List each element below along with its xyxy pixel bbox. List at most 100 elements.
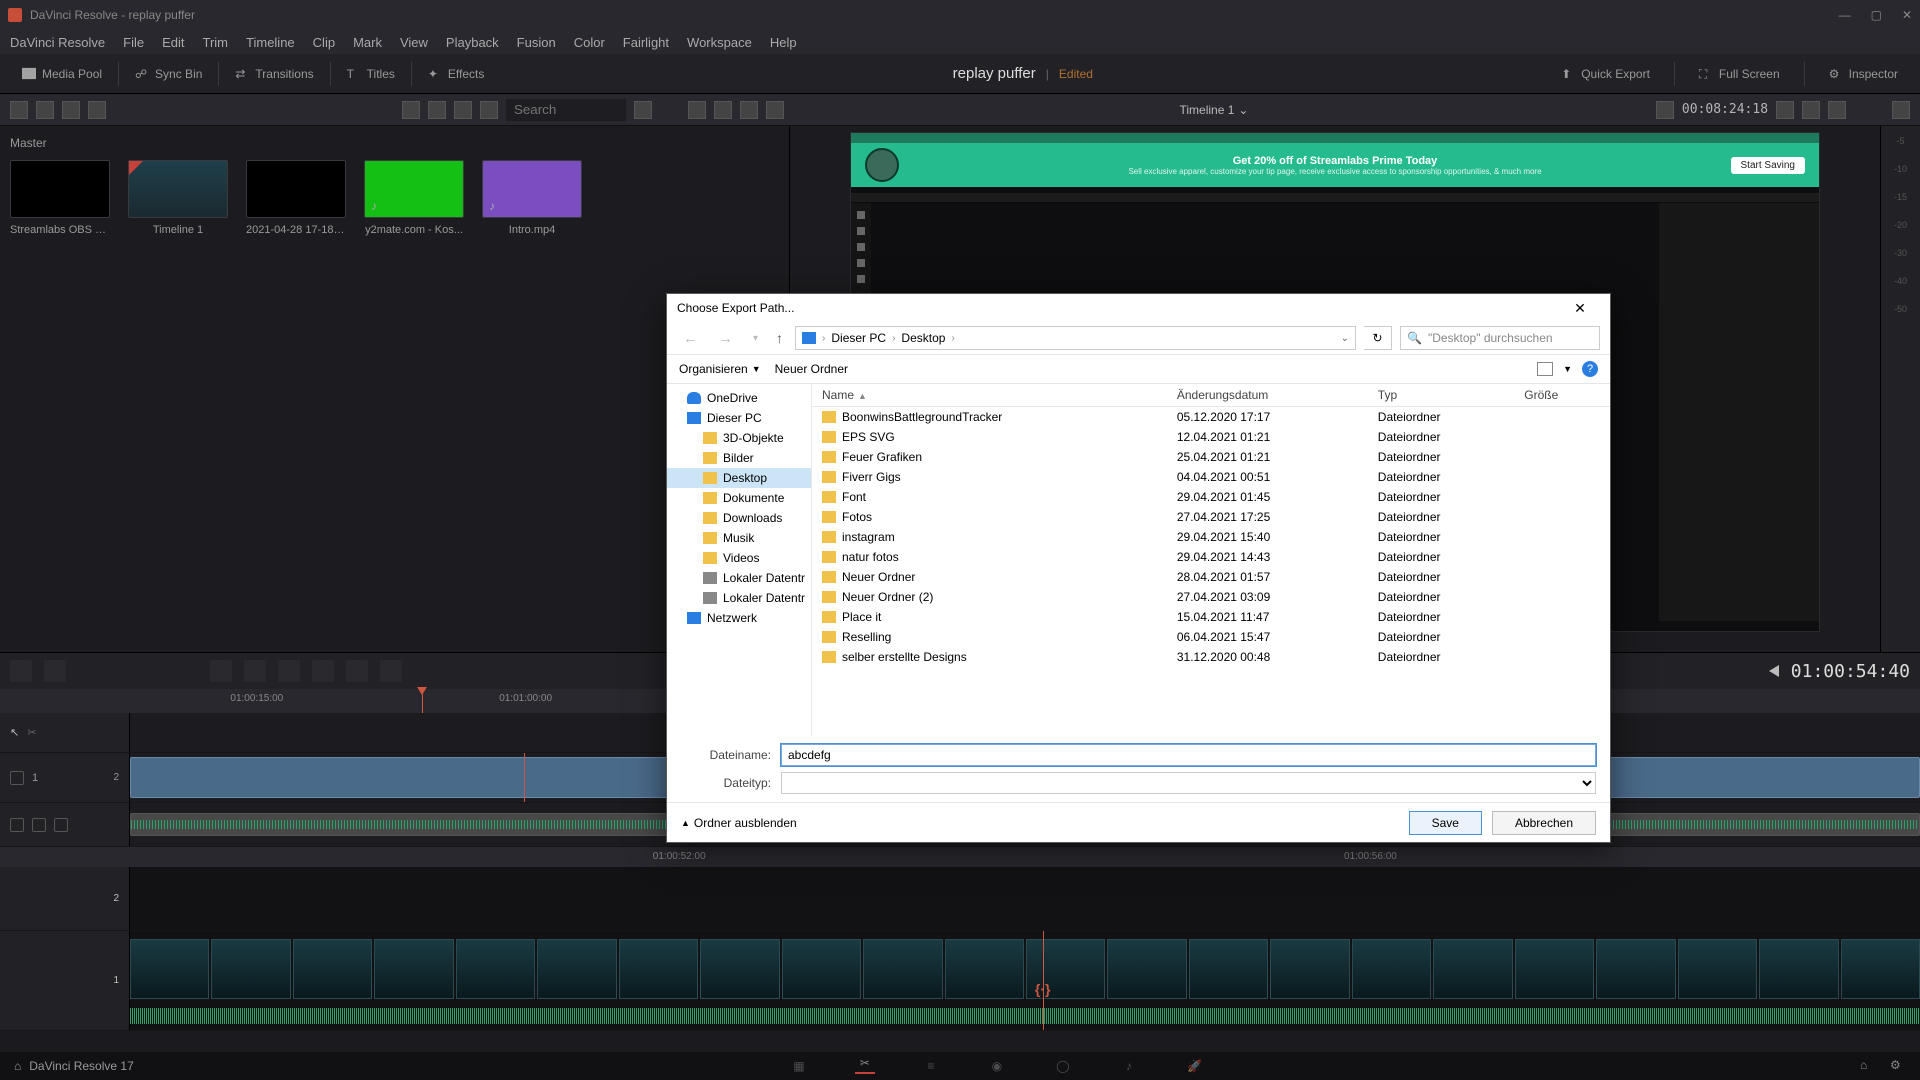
file-row[interactable]: instagram29.04.2021 15:40Dateiordner	[812, 527, 1610, 547]
smart-insert-icon[interactable]	[210, 660, 232, 682]
media-clip[interactable]: Streamlabs OBS R...	[10, 160, 110, 236]
file-row[interactable]: natur fotos29.04.2021 14:43Dateiordner	[812, 547, 1610, 567]
path-segment-pc[interactable]: Dieser PC	[831, 331, 886, 345]
filetype-select[interactable]	[781, 772, 1596, 794]
media-clip[interactable]: Timeline 1	[128, 160, 228, 236]
solo-icon[interactable]	[54, 818, 68, 832]
blade-tool-icon[interactable]: ✂	[27, 726, 36, 739]
page-color[interactable]: ◯	[1053, 1058, 1073, 1074]
menu-clip[interactable]: Clip	[313, 35, 335, 50]
sync-bin-toggle[interactable]: ☍Sync Bin	[123, 63, 214, 85]
source-overwrite-icon[interactable]	[380, 660, 402, 682]
prev-clip-icon[interactable]	[1769, 665, 1779, 677]
tree-node[interactable]: 3D-Objekte	[667, 428, 811, 448]
match-frame-icon[interactable]	[1776, 101, 1794, 119]
file-row[interactable]: BoonwinsBattlegroundTracker05.12.2020 17…	[812, 407, 1610, 428]
menu-playback[interactable]: Playback	[446, 35, 499, 50]
arrow-tool-icon[interactable]: ↖	[10, 726, 19, 739]
file-row[interactable]: Font29.04.2021 01:45Dateiordner	[812, 487, 1610, 507]
menu-color[interactable]: Color	[574, 35, 605, 50]
source-view-icon[interactable]	[688, 101, 706, 119]
transitions-toggle[interactable]: ⇄Transitions	[223, 63, 325, 85]
strip-view-icon[interactable]	[714, 101, 732, 119]
menu-mark[interactable]: Mark	[353, 35, 382, 50]
ripple-icon[interactable]	[278, 660, 300, 682]
media-clip[interactable]: y2mate.com - Kos...	[364, 160, 464, 236]
list-view-icon[interactable]	[454, 101, 472, 119]
tree-node[interactable]: Dieser PC	[667, 408, 811, 428]
tree-node[interactable]: Downloads	[667, 508, 811, 528]
save-button[interactable]: Save	[1409, 811, 1482, 835]
loop-icon[interactable]	[1656, 101, 1674, 119]
lock-icon[interactable]	[10, 818, 24, 832]
folder-tree[interactable]: OneDriveDieser PC3D-ObjekteBilderDesktop…	[667, 384, 812, 736]
page-media[interactable]: ▦	[789, 1058, 809, 1074]
menu-fusion[interactable]: Fusion	[517, 35, 556, 50]
timeline-ruler-detail[interactable]: 01:00:52:0001:00:56:0001:01:00:00	[0, 847, 1920, 867]
file-row[interactable]: Reselling06.04.2021 15:47Dateiordner	[812, 627, 1610, 647]
menu-workspace[interactable]: Workspace	[687, 35, 752, 50]
refresh-button[interactable]: ↻	[1364, 326, 1392, 350]
nav-back-icon[interactable]: ←	[677, 330, 704, 347]
grid-view-icon[interactable]	[428, 101, 446, 119]
lock-icon[interactable]	[10, 771, 24, 785]
nav-forward-icon[interactable]: →	[712, 330, 739, 347]
media-search-input[interactable]	[506, 99, 626, 121]
tree-node[interactable]: Netzwerk	[667, 608, 811, 628]
inspector-toggle[interactable]: ⚙Inspector	[1817, 63, 1910, 85]
file-row[interactable]: Neuer Ordner28.04.2021 01:57Dateiordner	[812, 567, 1610, 587]
menu-view[interactable]: View	[400, 35, 428, 50]
tree-node[interactable]: Dokumente	[667, 488, 811, 508]
options-icon[interactable]	[1802, 101, 1820, 119]
file-row[interactable]: EPS SVG12.04.2021 01:21Dateiordner	[812, 427, 1610, 447]
help-icon[interactable]: ?	[1582, 361, 1598, 377]
media-pool-toggle[interactable]: Media Pool	[10, 63, 114, 85]
chevron-down-icon[interactable]: ▼	[1563, 364, 1572, 374]
organize-menu[interactable]: Organisieren ▼	[679, 362, 761, 376]
folder-search-input[interactable]: 🔍 "Desktop" durchsuchen	[1400, 326, 1600, 350]
file-row[interactable]: Fotos27.04.2021 17:25Dateiordner	[812, 507, 1610, 527]
nav-history-icon[interactable]: ▾	[747, 333, 764, 344]
cancel-button[interactable]: Abbrechen	[1492, 811, 1596, 835]
target-icon[interactable]	[1828, 101, 1846, 119]
menu-help[interactable]: Help	[770, 35, 797, 50]
project-manager-icon[interactable]: ⌂	[1860, 1058, 1876, 1074]
menu-davinci[interactable]: DaVinci Resolve	[10, 35, 105, 50]
menu-file[interactable]: File	[123, 35, 144, 50]
file-row[interactable]: Fiverr Gigs04.04.2021 00:51Dateiordner	[812, 467, 1610, 487]
tree-node[interactable]: Musik	[667, 528, 811, 548]
col-name[interactable]: Name▲	[812, 384, 1167, 407]
file-row[interactable]: selber erstellte Designs31.12.2020 00:48…	[812, 647, 1610, 667]
bypass-icon[interactable]	[766, 101, 784, 119]
view-append-icon[interactable]	[62, 101, 80, 119]
sort-icon[interactable]	[480, 101, 498, 119]
menu-fairlight[interactable]: Fairlight	[623, 35, 669, 50]
media-clip[interactable]: Intro.mp4	[482, 160, 582, 236]
minimize-button[interactable]: —	[1839, 8, 1851, 22]
chevron-down-icon[interactable]: ⌄	[1341, 333, 1349, 344]
menu-edit[interactable]: Edit	[162, 35, 184, 50]
page-fusion[interactable]: ◉	[987, 1058, 1007, 1074]
file-row[interactable]: Feuer Grafiken25.04.2021 01:21Dateiordne…	[812, 447, 1610, 467]
tree-node[interactable]: Videos	[667, 548, 811, 568]
playhead-timecode[interactable]: 01:00:54:40	[1791, 661, 1910, 682]
dialog-close-button[interactable]: ✕	[1560, 300, 1600, 317]
tree-node[interactable]: Lokaler Datentr	[667, 568, 811, 588]
view-insert-icon[interactable]	[36, 101, 54, 119]
page-deliver[interactable]: 🚀	[1185, 1058, 1205, 1074]
path-segment-desktop[interactable]: Desktop	[901, 331, 945, 345]
home-icon[interactable]: ⌂	[14, 1059, 21, 1073]
file-list[interactable]: Name▲ Änderungsdatum Typ Größe BoonwinsB…	[812, 384, 1610, 736]
cut-tool-icon[interactable]	[44, 660, 66, 682]
thumb-view-icon[interactable]	[402, 101, 420, 119]
view-list-icon[interactable]	[10, 101, 28, 119]
split-marker-icon[interactable]: {·}	[1035, 981, 1051, 997]
col-size[interactable]: Größe	[1514, 384, 1610, 407]
tree-node[interactable]: Bilder	[667, 448, 811, 468]
full-screen-button[interactable]: ⛶Full Screen	[1687, 63, 1792, 85]
append-icon[interactable]	[244, 660, 266, 682]
view-mode-button[interactable]	[1537, 362, 1553, 376]
page-cut[interactable]: ✂	[855, 1058, 875, 1074]
menu-timeline[interactable]: Timeline	[246, 35, 295, 50]
hide-folders-toggle[interactable]: ▲ Ordner ausblenden	[681, 816, 797, 830]
